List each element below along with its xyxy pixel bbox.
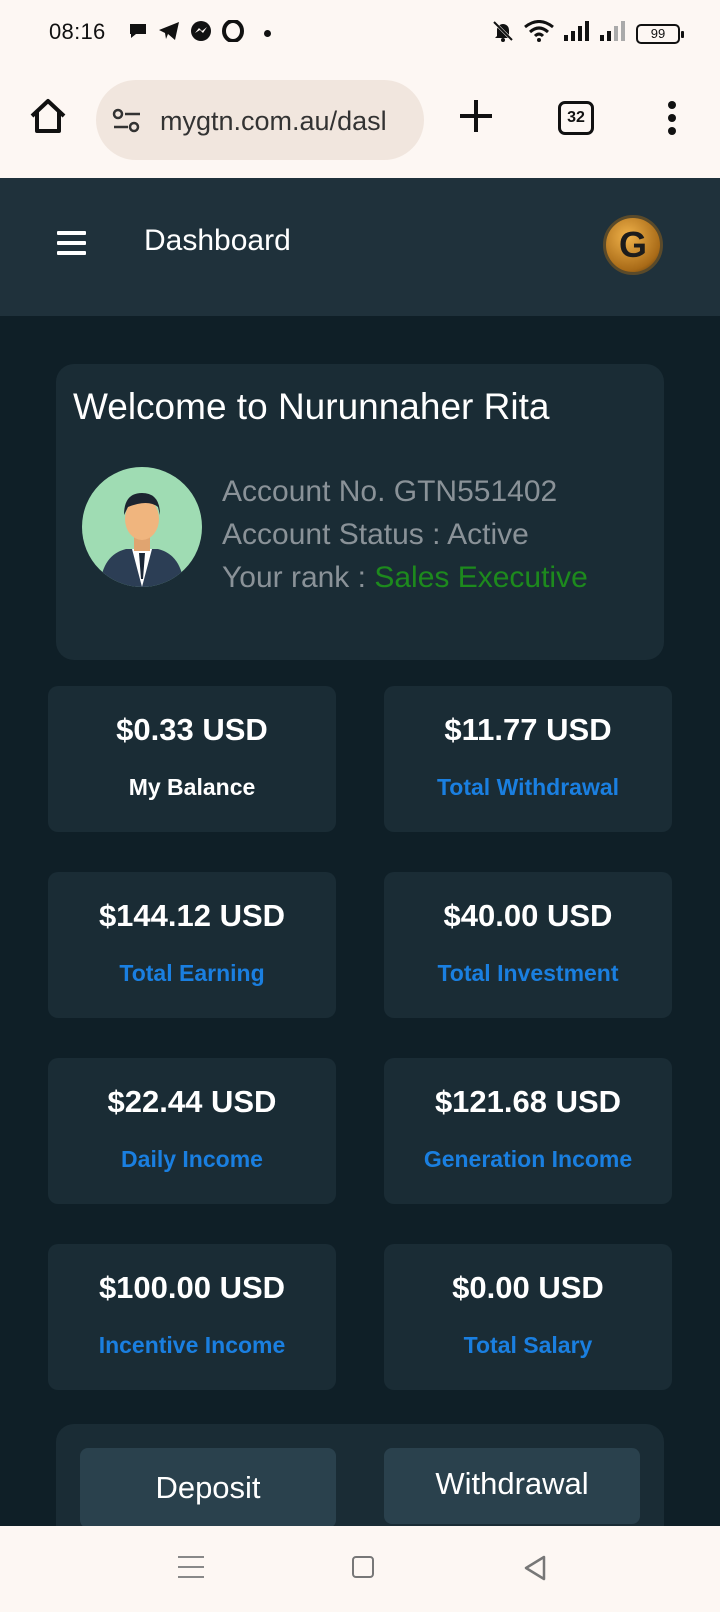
system-icons: 99 (492, 20, 684, 47)
withdrawal-button[interactable]: Withdrawal (384, 1448, 640, 1524)
nav-home-icon[interactable] (352, 1556, 374, 1578)
site-settings-icon[interactable] (112, 108, 142, 134)
stat-label[interactable]: Total Investment (384, 960, 672, 987)
more-notifications-dot (264, 30, 271, 37)
telegram-icon (158, 21, 180, 46)
mute-bell-icon (492, 20, 514, 47)
stat-amount: $11.77 USD (444, 712, 612, 747)
signal-icon (564, 21, 590, 46)
stat-amount: $100.00 USD (98, 1270, 286, 1305)
avatar (82, 467, 202, 587)
stat-label[interactable]: Incentive Income (48, 1332, 336, 1359)
stat-amount: $144.12 USD (98, 898, 286, 933)
stat-label[interactable]: Daily Income (48, 1146, 336, 1173)
stat-card-total-withdrawal[interactable]: $11.77 USD Total Withdrawal (384, 686, 672, 832)
stat-label[interactable]: Total Salary (384, 1332, 672, 1359)
notification-icons (128, 19, 271, 47)
stat-card-total-investment[interactable]: $40.00 USD Total Investment (384, 872, 672, 1018)
stat-card-total-salary[interactable]: $0.00 USD Total Salary (384, 1244, 672, 1390)
new-tab-icon[interactable] (456, 96, 496, 136)
stat-card-incentive-income[interactable]: $100.00 USD Incentive Income (48, 1244, 336, 1390)
messenger-icon (190, 20, 212, 47)
battery-icon: 99 (636, 23, 684, 44)
opera-icon (222, 19, 244, 47)
stat-card-total-earning[interactable]: $144.12 USD Total Earning (48, 872, 336, 1018)
tab-switcher-button[interactable]: 32 (558, 101, 594, 135)
welcome-card: Welcome to Nurunnaher Rita Account No. G… (56, 364, 664, 660)
stat-label: My Balance (128, 774, 256, 800)
status-bar: 08:16 99 (0, 0, 720, 66)
page-title: Dashboard (144, 224, 291, 257)
home-icon[interactable] (28, 96, 68, 136)
stat-amount: $22.44 USD (107, 1084, 277, 1119)
stat-amount: $40.00 USD (443, 898, 613, 933)
account-number: Account No. GTN551402 (222, 475, 558, 508)
back-icon[interactable] (522, 1554, 548, 1582)
deposit-button[interactable]: Deposit (80, 1448, 336, 1528)
stat-amount: $0.33 USD (116, 712, 268, 747)
stat-label[interactable]: Total Withdrawal (384, 774, 672, 801)
stat-card-my-balance[interactable]: $0.33 USD My Balance (48, 686, 336, 832)
stat-label[interactable]: Total Earning (48, 960, 336, 987)
stat-card-daily-income[interactable]: $22.44 USD Daily Income (48, 1058, 336, 1204)
rank-label: Your rank : (222, 561, 375, 594)
stat-amount: $0.00 USD (452, 1270, 604, 1305)
account-status: Account Status : Active (222, 518, 529, 551)
account-info: Account No. GTN551402 Account Status : A… (222, 470, 588, 599)
url-text: mygtn.com.au/dasl (160, 106, 387, 136)
browser-toolbar: mygtn.com.au/dasl 32 (0, 66, 720, 178)
signal-icon-2 (600, 21, 626, 46)
more-options-icon[interactable] (664, 100, 680, 136)
wifi-icon (524, 20, 554, 47)
welcome-title: Welcome to Nurunnaher Rita (73, 386, 550, 427)
chat-bubble-icon (128, 21, 148, 46)
status-time: 08:16 (49, 19, 106, 44)
address-bar[interactable]: mygtn.com.au/dasl (96, 80, 424, 160)
stat-amount: $121.68 USD (434, 1084, 622, 1119)
gtn-logo[interactable]: G (603, 215, 663, 275)
system-nav-bar (0, 1526, 720, 1612)
rank-value: Sales Executive (374, 561, 588, 594)
stat-card-generation-income[interactable]: $121.68 USD Generation Income (384, 1058, 672, 1204)
hamburger-menu-icon[interactable] (57, 231, 86, 257)
stat-label[interactable]: Generation Income (384, 1146, 672, 1173)
app-header: Dashboard G (0, 178, 720, 316)
recent-apps-icon[interactable] (178, 1556, 204, 1580)
account-rank: Your rank : Sales Executive (222, 556, 588, 599)
logo-letter: G (618, 224, 647, 265)
